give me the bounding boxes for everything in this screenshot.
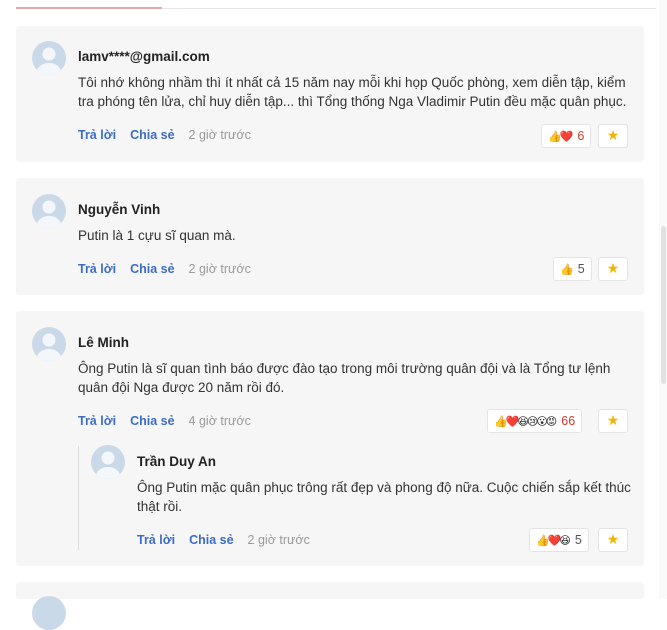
reply-actions: Trả lời Chia sẻ 2 giờ trước	[137, 533, 310, 547]
reaction-icons: 👍❤️😆😢😮😡	[494, 414, 557, 428]
scrollbar[interactable]	[659, 0, 667, 599]
reaction-button[interactable]: 👍❤️ 6	[541, 124, 592, 148]
comment-text: Putin là 1 cựu sĩ quan mà.	[78, 228, 236, 243]
reply-author: Trần Duy An	[137, 454, 217, 469]
comment-text: Tôi nhớ không nhầm thì ít nhất cả 15 năm…	[78, 75, 627, 109]
comment-card: Nguyễn Vinh Putin là 1 cựu sĩ quan mà. T…	[16, 178, 644, 295]
comment-actions: Trả lời Chia sẻ 4 giờ trước	[78, 414, 251, 428]
comment-time: 2 giờ trước	[188, 262, 251, 276]
star-button[interactable]: ★	[598, 528, 628, 552]
comment-actions: Trả lời Chia sẻ 2 giờ trước	[78, 128, 251, 142]
reaction-count: 66	[561, 414, 576, 428]
reaction-button[interactable]: 👍 5	[553, 257, 592, 281]
reply-text: Ông Putin mặc quân phục trông rất đẹp và…	[137, 480, 631, 514]
avatar	[32, 596, 66, 630]
avatar	[32, 41, 66, 75]
share-button[interactable]: Chia sẻ	[130, 262, 174, 276]
star-button[interactable]: ★	[598, 257, 628, 281]
reply-time: 2 giờ trước	[247, 533, 310, 547]
comment-card: Lê Minh Ông Putin là sĩ quan tình báo đư…	[16, 311, 644, 566]
reply-thread-line	[78, 446, 79, 550]
comment-time: 4 giờ trước	[188, 414, 251, 428]
comment-author: lamv****@gmail.com	[78, 49, 210, 64]
comment-author: Lê Minh	[78, 335, 129, 350]
comment-card	[16, 582, 644, 630]
avatar	[32, 194, 66, 228]
scrollbar-thumb[interactable]	[661, 226, 666, 384]
star-button[interactable]: ★	[598, 124, 628, 148]
reply-button[interactable]: Trả lời	[78, 262, 116, 276]
reaction-icons: 👍❤️😆	[536, 533, 571, 547]
comment-time: 2 giờ trước	[188, 128, 251, 142]
reaction-count: 6	[577, 129, 585, 143]
star-icon: ★	[606, 532, 620, 548]
reaction-button[interactable]: 👍❤️😆😢😮😡 66	[487, 409, 583, 433]
reaction-button[interactable]: 👍❤️😆 5	[529, 528, 589, 552]
reaction-icons: 👍❤️	[548, 129, 573, 143]
comment-actions: Trả lời Chia sẻ 2 giờ trước	[78, 262, 251, 276]
comment-card: lamv****@gmail.com Tôi nhớ không nhầm th…	[16, 26, 644, 162]
avatar	[32, 327, 66, 361]
share-button[interactable]: Chia sẻ	[189, 533, 233, 547]
reaction-count: 5	[574, 533, 582, 547]
reply-button[interactable]: Trả lời	[78, 128, 116, 142]
comment-author: Nguyễn Vinh	[78, 202, 161, 217]
comment-text: Ông Putin là sĩ quan tình báo được đào t…	[78, 361, 611, 395]
reaction-icons: 👍	[560, 262, 574, 276]
reply-button[interactable]: Trả lời	[137, 533, 175, 547]
star-icon: ★	[606, 261, 620, 277]
avatar	[91, 445, 125, 479]
reaction-count: 5	[577, 262, 585, 276]
share-button[interactable]: Chia sẻ	[130, 128, 174, 142]
share-button[interactable]: Chia sẻ	[130, 414, 174, 428]
star-icon: ★	[606, 128, 620, 144]
star-button[interactable]: ★	[598, 409, 628, 433]
tab-bar	[0, 0, 667, 10]
reply-button[interactable]: Trả lời	[78, 414, 116, 428]
star-icon: ★	[606, 413, 620, 429]
active-tab-indicator	[16, 7, 162, 9]
